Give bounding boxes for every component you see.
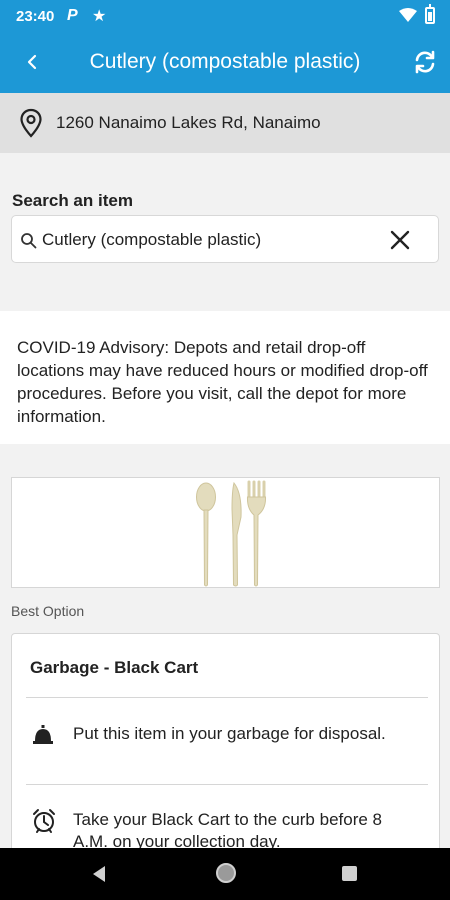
alarm-clock-icon [33,809,55,833]
status-time: 23:40 [16,8,55,25]
search-input[interactable] [42,226,382,254]
collection-instruction: Take your Black Cart to the curb before … [73,810,382,851]
refresh-icon [415,50,435,74]
star-notification-icon: ★ [92,8,107,25]
app-bar: Cutlery (compostable plastic) [0,32,450,93]
location-bar[interactable]: 1260 Nanaimo Lakes Rd, Nanaimo [0,93,450,153]
divider [26,784,428,785]
best-option-label: Best Option [11,603,85,619]
location-address: 1260 Nanaimo Lakes Rd, Nanaimo [56,113,321,132]
nav-recents-button[interactable] [342,866,357,881]
covid-advisory: COVID-19 Advisory: Depots and retail dro… [0,311,450,444]
cutlery-image [196,480,267,587]
battery-icon [425,4,435,24]
disposal-option-card: Garbage - Black Cart Put this item in yo… [11,633,440,863]
item-image-card [11,477,440,588]
advisory-text: COVID-19 Advisory: Depots and retail dro… [17,338,428,426]
parking-notification-icon: P [67,7,78,24]
page-title: Cutlery (compostable plastic) [89,50,361,73]
divider [26,697,428,698]
search-section: Search an item [0,153,450,311]
location-pin-icon [20,108,42,138]
nav-back-icon[interactable] [91,865,107,883]
search-label: Search an item [12,191,133,210]
disposal-option-title: Garbage - Black Cart [30,658,199,677]
disposal-instruction: Put this item in your garbage for dispos… [73,724,386,743]
search-icon [21,233,37,249]
navigation-bar [0,848,450,900]
clear-search-button[interactable] [388,228,412,252]
nav-home-button[interactable] [216,863,236,883]
status-bar: 23:40 P ★ [0,0,450,32]
search-box[interactable] [11,215,439,263]
refresh-button[interactable] [412,49,438,75]
bell-icon [33,725,53,744]
close-icon [390,230,410,250]
wifi-icon [399,8,417,22]
